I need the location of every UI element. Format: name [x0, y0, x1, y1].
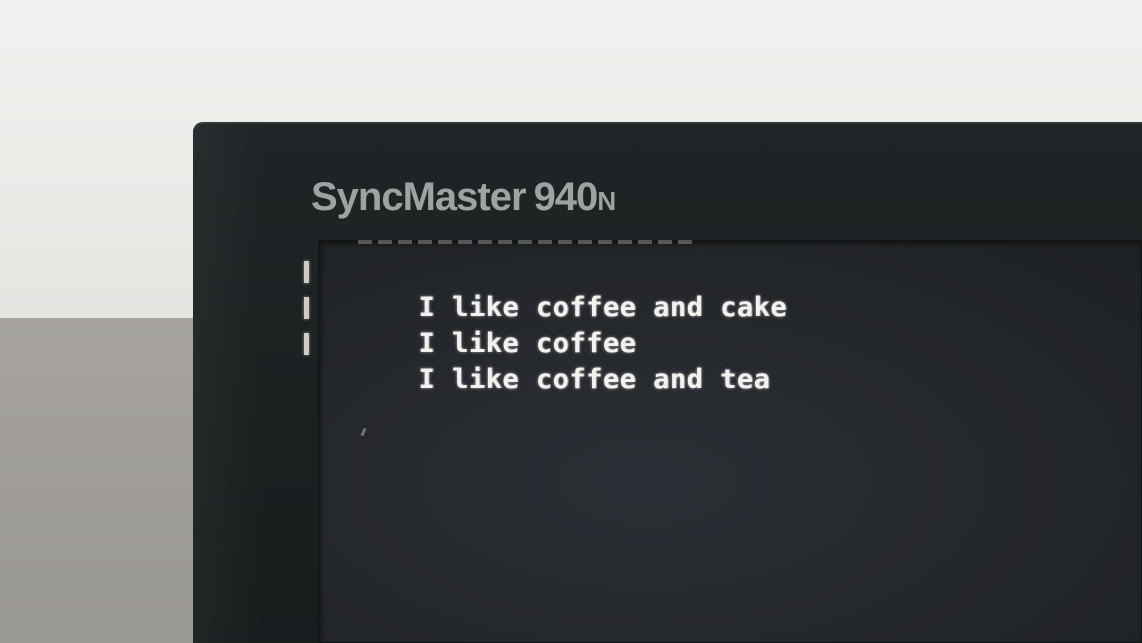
scrolled-text-remnant	[358, 240, 698, 244]
terminal-line: I like coffee	[304, 290, 1138, 359]
terminal-line: I like coffee and tea	[304, 326, 1138, 395]
bezel-highlight	[193, 122, 263, 643]
terminal-line-text: I like coffee and tea	[418, 364, 771, 395]
terminal-line: I like coffee and cake	[304, 254, 1138, 323]
monitor-brand-label: SyncMaster 940N	[311, 172, 616, 222]
monitor-screen: I like coffee and cake I like coffee I l…	[304, 240, 1142, 643]
terminal-output: I like coffee and cake I like coffee I l…	[304, 254, 1138, 395]
brand-name: SyncMaster	[311, 175, 527, 219]
line-marker	[304, 333, 309, 355]
line-marker	[304, 261, 309, 283]
model-suffix: N	[597, 186, 617, 216]
model-number: 940	[533, 175, 599, 219]
line-marker	[304, 297, 309, 319]
